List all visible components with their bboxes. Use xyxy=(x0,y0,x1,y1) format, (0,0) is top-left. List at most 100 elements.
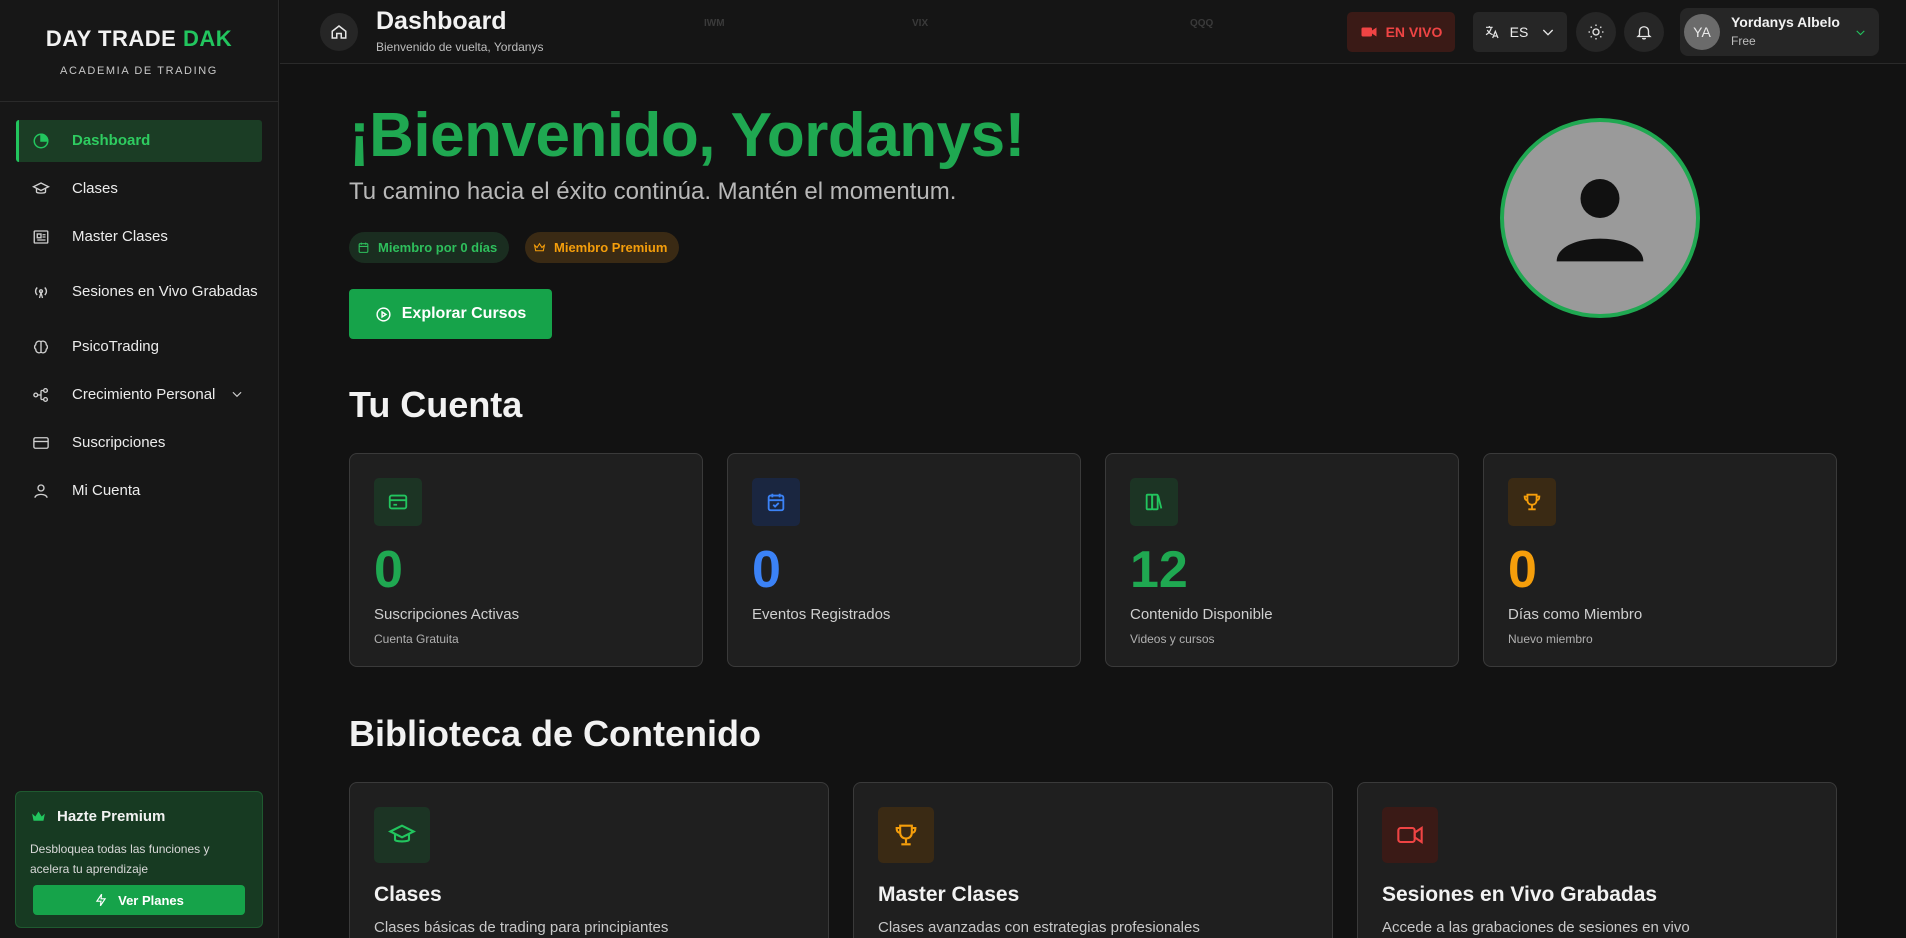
stat-card-events: 0 Eventos Registrados xyxy=(727,453,1081,667)
translate-icon xyxy=(1485,26,1499,39)
home-button[interactable] xyxy=(320,13,358,51)
stat-icon-box xyxy=(752,478,800,526)
sidebar-item-sesiones[interactable]: Sesiones en Vivo Grabadas xyxy=(16,264,262,320)
stat-label: Días como Miembro xyxy=(1508,606,1643,623)
sidebar-item-label: PsicoTrading xyxy=(72,338,159,355)
stat-card-subscriptions: 0 Suscripciones Activas Cuenta Gratuita xyxy=(349,453,703,667)
home-icon xyxy=(331,25,347,39)
welcome-title: ¡Bienvenido, Yordanys! xyxy=(349,101,1025,170)
member-days-text: Miembro por 0 días xyxy=(378,240,498,255)
explore-courses-button[interactable]: Explorar Cursos xyxy=(349,289,552,339)
lightning-icon xyxy=(95,893,107,907)
library-card-title: Clases xyxy=(374,883,442,906)
welcome-subtitle: Tu camino hacia el éxito continúa. Manté… xyxy=(349,178,957,205)
avatar: YA xyxy=(1684,14,1720,50)
premium-description: Desbloquea todas las funciones y acelera… xyxy=(30,842,210,876)
stat-note: Cuenta Gratuita xyxy=(374,632,459,646)
sidebar-item-label: Master Clases xyxy=(72,228,168,245)
account-section-title: Tu Cuenta xyxy=(349,384,523,425)
sidebar: DAY TRADE DAK ACADEMIA DE TRADING Dashbo… xyxy=(0,0,279,938)
live-label: EN VIVO xyxy=(1385,24,1443,40)
chevron-down-icon xyxy=(1856,30,1865,36)
main-content: ¡Bienvenido, Yordanys! Tu camino hacia e… xyxy=(280,65,1906,938)
broadcast-icon xyxy=(31,282,51,302)
ver-planes-label: Ver Planes xyxy=(118,892,184,908)
stat-value: 0 xyxy=(752,541,781,599)
user-icon xyxy=(31,481,51,501)
brand-logo[interactable]: DAY TRADE DAK xyxy=(0,26,278,52)
library-card-description: Clases básicas de trading para principia… xyxy=(374,919,669,936)
library-card-clases[interactable]: Clases Clases básicas de trading para pr… xyxy=(349,782,829,938)
stat-note: Videos y cursos xyxy=(1130,632,1215,646)
credit-card-icon xyxy=(388,494,408,510)
chevron-down-icon[interactable] xyxy=(230,387,244,401)
live-button[interactable]: EN VIVO xyxy=(1347,12,1455,52)
library-card-description: Accede a las grabaciones de sesiones en … xyxy=(1382,919,1690,936)
premium-title: Hazte Premium xyxy=(30,808,248,825)
library-card-title: Master Clases xyxy=(878,883,1020,906)
premium-upsell-card: Hazte Premium Desbloquea todas las funci… xyxy=(15,791,263,928)
calendar-check-icon xyxy=(767,493,785,512)
sidebar-item-label: Crecimiento Personal xyxy=(72,386,216,403)
ver-planes-button[interactable]: Ver Planes xyxy=(33,885,245,915)
premium-title-text: Hazte Premium xyxy=(57,808,166,825)
premium-member-badge: Miembro Premium xyxy=(525,232,680,263)
video-camera-icon xyxy=(1397,826,1423,844)
sidebar-item-dashboard[interactable]: Dashboard xyxy=(16,120,262,162)
video-camera-icon xyxy=(1361,27,1377,37)
library-section-title: Biblioteca de Contenido xyxy=(349,713,762,754)
user-menu[interactable]: YA Yordanys Albelo Free xyxy=(1680,8,1879,56)
user-silhouette-icon xyxy=(1556,179,1644,262)
theme-toggle-button[interactable] xyxy=(1576,12,1616,52)
calendar-icon xyxy=(358,242,369,253)
crown-icon xyxy=(32,811,45,821)
sidebar-item-mi-cuenta[interactable]: Mi Cuenta xyxy=(16,470,262,512)
library-card-master-clases[interactable]: Master Clases Clases avanzadas con estra… xyxy=(853,782,1333,938)
library-card-title: Sesiones en Vivo Grabadas xyxy=(1382,883,1658,906)
sidebar-item-label: Clases xyxy=(72,180,118,197)
stat-icon-box xyxy=(1130,478,1178,526)
sidebar-item-label: Dashboard xyxy=(72,132,151,149)
sidebar-item-crecimiento-personal[interactable]: Crecimiento Personal xyxy=(16,374,262,416)
dashboard-icon xyxy=(31,131,51,151)
lib-icon-box xyxy=(878,807,934,863)
graduation-cap-icon xyxy=(388,824,416,843)
language-selector[interactable]: ES xyxy=(1473,12,1567,52)
library-card-sesiones[interactable]: Sesiones en Vivo Grabadas Accede a las g… xyxy=(1357,782,1837,938)
stat-icon-box xyxy=(374,478,422,526)
notifications-button[interactable] xyxy=(1624,12,1664,52)
trophy-icon xyxy=(1523,493,1541,511)
stat-label: Contenido Disponible xyxy=(1130,606,1273,623)
explore-courses-label: Explorar Cursos xyxy=(401,305,527,322)
profile-avatar[interactable] xyxy=(1500,118,1700,318)
ticker-qqq: QQQ xyxy=(1190,18,1214,29)
sun-icon xyxy=(1588,24,1604,40)
books-icon xyxy=(1145,493,1163,511)
ticker-vix: VIX xyxy=(912,18,929,29)
stat-value: 0 xyxy=(1508,541,1537,599)
chevron-down-icon xyxy=(1543,29,1554,36)
brand-title-main: DAY TRADE xyxy=(45,26,177,51)
sidebar-item-psicotrading[interactable]: PsicoTrading xyxy=(16,326,262,368)
brand-subtitle: ACADEMIA DE TRADING xyxy=(60,65,218,77)
stat-value: 12 xyxy=(1130,541,1188,599)
crown-icon xyxy=(533,242,546,252)
brand-title-accent: DAK xyxy=(182,26,233,51)
play-circle-icon xyxy=(376,306,391,322)
stat-card-content: 12 Contenido Disponible Videos y cursos xyxy=(1105,453,1459,667)
sidebar-item-master-clases[interactable]: Master Clases xyxy=(16,216,262,258)
lib-icon-box xyxy=(1382,807,1438,863)
bell-icon xyxy=(1636,26,1652,40)
library-card-description: Clases avanzadas con estrategias profesi… xyxy=(878,919,1200,936)
growth-icon xyxy=(31,385,51,405)
stat-label: Suscripciones Activas xyxy=(374,606,520,623)
ticker-iwm: IWM xyxy=(704,18,725,29)
sidebar-item-label: Suscripciones xyxy=(72,434,166,451)
sidebar-item-clases[interactable]: Clases xyxy=(16,168,262,210)
brain-icon xyxy=(31,337,51,357)
sidebar-item-suscripciones[interactable]: Suscripciones xyxy=(16,422,262,464)
lib-icon-box xyxy=(374,807,430,863)
sidebar-item-label: Sesiones en Vivo Grabadas xyxy=(72,283,258,300)
language-label: ES xyxy=(1509,24,1529,40)
stat-card-member-days: 0 Días como Miembro Nuevo miembro xyxy=(1483,453,1837,667)
